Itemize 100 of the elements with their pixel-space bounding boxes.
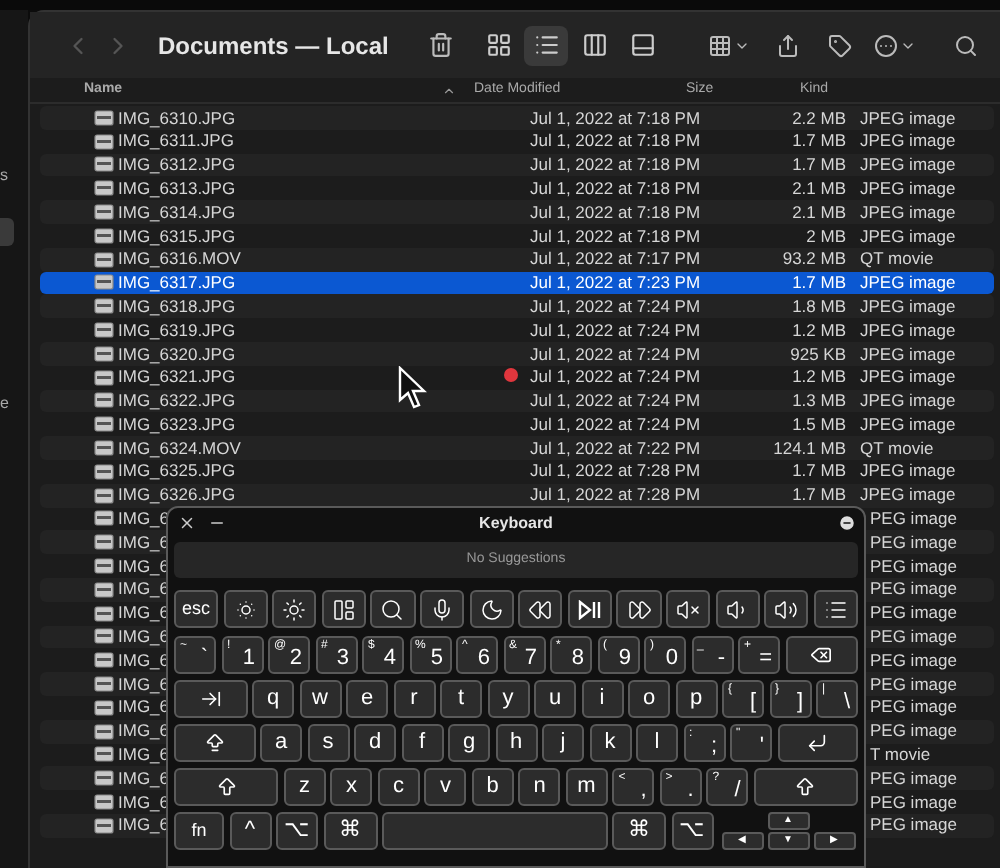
file-name: IMG_6326.JPG [118,484,236,505]
date-modified: Jul 1, 2022 at 7:24 PM [530,413,701,434]
file-kind: JPEG image [860,390,956,411]
file-kind: JPEG image [860,366,956,387]
file-kind: PEG image [870,508,957,529]
date-modified: Jul 1, 2022 at 7:18 PM [530,225,701,246]
date-modified: Jul 1, 2022 at 7:18 PM [530,177,701,198]
file-size: 2 MB [806,225,846,246]
window-title: Documents — Local [158,29,389,63]
key-label: 6 [477,646,490,672]
keyboard-title: Keyboard [479,511,553,535]
file-kind: QT movie [860,437,934,458]
file-size: 1.3 MB [792,390,846,411]
date-modified: Jul 1, 2022 at 7:23 PM [530,272,701,293]
file-kind: PEG image [870,791,957,812]
key-label: ' [759,734,764,760]
key-label: 3 [336,646,349,672]
date-modified: Jul 1, 2022 at 7:18 PM [530,107,701,128]
file-size: 1.2 MB [792,366,846,387]
key-label: 1 [242,646,255,672]
key-label: 8 [571,646,584,672]
file-name: IMG_6315.JPG [118,225,236,246]
file-name: IMG_6324.MOV [118,437,241,458]
file-kind: JPEG image [860,295,956,316]
date-modified: Jul 1, 2022 at 7:24 PM [530,295,701,316]
file-name: IMG_6316.MOV [118,248,241,269]
file-kind: PEG image [870,649,957,670]
file-name: IMG_6314.JPG [118,201,236,222]
date-modified: Jul 1, 2022 at 7:28 PM [530,484,701,505]
file-name: IMG_6310.JPG [118,107,236,128]
date-modified: Jul 1, 2022 at 7:24 PM [530,343,701,363]
file-name: IMG_6312.JPG [118,154,236,175]
file-size: 2.1 MB [792,201,846,222]
file-kind: PEG image [870,767,957,788]
date-modified: Jul 1, 2022 at 7:24 PM [530,319,701,340]
key-label: ; [710,734,717,760]
file-size: 124.1 MB [773,437,846,458]
file-kind: JPEG image [860,154,956,175]
key-label: 7 [524,646,537,672]
file-kind: PEG image [870,720,957,741]
file-name: IMG_6320.JPG [118,343,236,363]
file-kind: JPEG image [860,460,956,481]
date-modified: Jul 1, 2022 at 7:18 PM [530,154,701,175]
file-kind: PEG image [870,696,957,717]
date-modified: Jul 1, 2022 at 7:17 PM [530,248,701,269]
file-size: 1.8 MB [792,295,846,316]
file-kind: T movie [870,744,931,765]
file-size: 1.5 MB [792,413,846,434]
file-name: IMG_6321.JPG [118,366,236,387]
file-name: IMG_6317.JPG [118,272,236,293]
file-kind: PEG image [870,531,957,552]
key-label: \ [843,690,850,716]
file-kind: PEG image [870,602,957,623]
file-kind: JPEG image [860,107,956,128]
date-modified: Jul 1, 2022 at 7:28 PM [530,460,701,481]
file-kind: JPEG image [860,201,956,222]
file-size: 925 KB [790,343,846,363]
file-size: 1.7 MB [792,130,846,151]
file-kind: JPEG image [860,319,956,340]
file-name: IMG_6325.JPG [118,460,236,481]
file-kind: PEG image [870,673,957,694]
key-label: , [640,778,647,804]
file-size: 2.1 MB [792,177,846,198]
key-label: - [717,646,725,672]
date-modified: Jul 1, 2022 at 7:22 PM [530,437,701,458]
file-kind: JPEG image [860,272,956,293]
file-name: IMG_6322.JPG [118,390,236,411]
key-label: 2 [289,646,302,672]
date-modified: Jul 1, 2022 at 7:18 PM [530,130,701,151]
file-size: 1.7 MB [792,484,846,505]
file-kind: JPEG image [860,413,956,434]
file-kind: JPEG image [860,343,956,363]
key-label: 5 [430,646,443,672]
file-size: 2.2 MB [792,107,846,128]
date-modified: Jul 1, 2022 at 7:24 PM [530,390,701,411]
date-modified: Jul 1, 2022 at 7:18 PM [530,201,701,222]
file-name: IMG_6 [118,508,170,529]
file-name: IMG_6311.JPG [118,130,234,151]
key-label: [ [749,690,756,716]
file-size: 1.7 MB [792,272,846,293]
file-kind: PEG image [870,578,957,599]
file-size: 1.7 MB [792,460,846,481]
file-size: 93.2 MB [782,248,846,269]
key-label: 9 [618,646,631,672]
file-kind: PEG image [870,555,957,576]
file-size: 1.7 MB [792,154,846,175]
file-size: 1.2 MB [792,319,846,340]
file-kind: JPEG image [860,130,956,151]
file-name: IMG_6318.JPG [118,295,236,316]
file-name: IMG_6313.JPG [118,177,236,198]
file-name: IMG_6323.JPG [118,413,236,434]
key-label: 4 [383,646,396,672]
key-label: = [759,646,772,672]
key-label: . [687,778,694,804]
file-kind: JPEG image [860,225,956,246]
date-modified: Jul 1, 2022 at 7:24 PM [530,366,701,387]
key-label: ` [200,646,208,672]
file-kind: PEG image [870,814,957,835]
file-kind: JPEG image [860,484,956,505]
key-label: 0 [665,646,678,672]
